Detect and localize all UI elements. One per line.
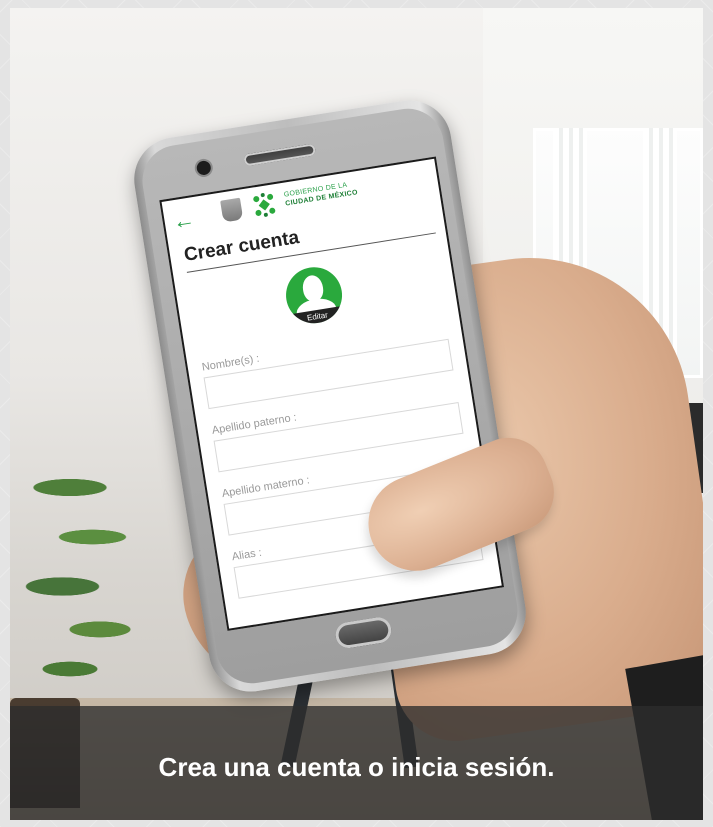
caption-banner: Crea una cuenta o inicia sesión. [10, 706, 703, 820]
apellido-paterno-input[interactable] [213, 401, 464, 473]
government-name: GOBIERNO DE LA CIUDAD DE MÉXICO [283, 175, 385, 208]
avatar[interactable]: Editar [282, 263, 347, 328]
coat-of-arms-icon [220, 197, 244, 223]
caption-text: Crea una cuenta o inicia sesión. [158, 752, 555, 782]
photo-scene: ← GOBIERNO DE LA CIUDAD DE MÉXICO Crear … [10, 8, 703, 820]
arrow-left-icon[interactable]: ← [171, 206, 200, 234]
nombre-input[interactable] [203, 338, 454, 410]
cdmx-logo-icon [253, 193, 276, 217]
field-label-alias: Alias : [231, 546, 263, 564]
